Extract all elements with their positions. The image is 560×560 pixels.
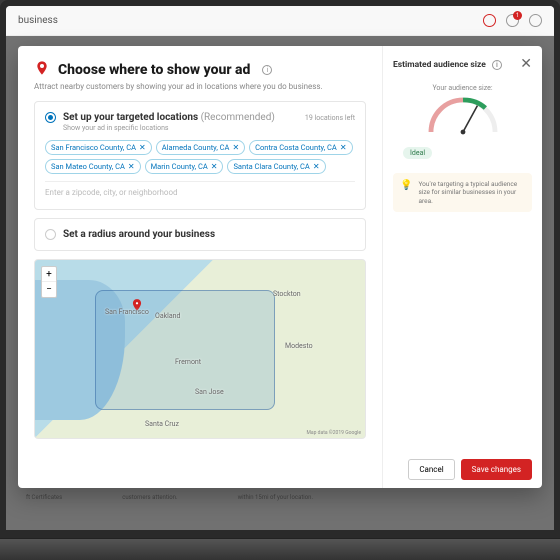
tip-text: You're targeting a typical audience size…: [418, 180, 525, 205]
info-icon[interactable]: i: [262, 65, 272, 75]
locations-left: 19 locations left: [305, 114, 355, 122]
map-city-label: Oakland: [155, 312, 181, 320]
map-city-label: Modesto: [285, 342, 313, 350]
location-chip[interactable]: San Francisco County, CA ✕: [45, 140, 152, 155]
info-icon-2[interactable]: i: [492, 60, 502, 70]
location-chip[interactable]: Contra Costa County, CA ✕: [249, 140, 352, 155]
location-chips: San Francisco County, CA ✕ Alameda County…: [45, 140, 355, 174]
modal-footer: Cancel Save changes: [383, 451, 542, 488]
cancel-button[interactable]: Cancel: [408, 459, 454, 480]
modal-subtitle: Attract nearby customers by showing your…: [34, 82, 366, 91]
map-city-label: San Francisco: [105, 308, 149, 316]
ideal-badge: Ideal: [403, 147, 432, 159]
zoom-out[interactable]: −: [42, 282, 56, 297]
map-copyright: Map data ©2019 Google: [307, 430, 361, 436]
map-city-label: Stockton: [273, 290, 301, 298]
save-button[interactable]: Save changes: [461, 459, 532, 480]
laptop-keyboard: [0, 538, 560, 560]
location-chip[interactable]: Marin County, CA ✕: [145, 159, 224, 174]
gauge: [423, 96, 503, 136]
option-targeted-card: Set up your targeted locations (Recommen…: [34, 101, 366, 210]
option1-title: Set up your targeted locations (Recommen…: [63, 112, 275, 123]
map-city-label: Santa Cruz: [145, 420, 179, 428]
header-icon-2[interactable]: 1: [506, 14, 519, 27]
aud-label: Your audience size:: [393, 84, 532, 92]
chip-remove-icon[interactable]: ✕: [211, 162, 218, 171]
chip-remove-icon[interactable]: ✕: [128, 162, 135, 171]
brand-text: business: [18, 15, 58, 26]
chip-remove-icon[interactable]: ✕: [232, 143, 239, 152]
location-chip[interactable]: Santa Clara County, CA ✕: [227, 159, 325, 174]
chip-remove-icon[interactable]: ✕: [313, 162, 320, 171]
modal-sidebar: ✕ Estimated audience size i Your audienc…: [382, 46, 542, 488]
screen: business 1 ft Certificatescustomers atte…: [6, 6, 554, 530]
location-chip[interactable]: San Mateo County, CA ✕: [45, 159, 141, 174]
modal-main: Choose where to show your ad i Attract n…: [18, 46, 382, 488]
map-city-label: Fremont: [175, 358, 201, 366]
header-icon-1[interactable]: [483, 14, 496, 27]
laptop-frame: business 1 ft Certificatescustomers atte…: [0, 0, 560, 560]
tip-box: 💡 You're targeting a typical audience si…: [393, 173, 532, 212]
chip-remove-icon[interactable]: ✕: [340, 143, 347, 152]
map-city-label: San Jose: [195, 388, 224, 396]
close-icon[interactable]: ✕: [520, 56, 532, 72]
location-pin-icon: [34, 60, 50, 80]
option1-sub: Show your ad in specific locations: [63, 124, 355, 132]
chip-remove-icon[interactable]: ✕: [139, 143, 146, 152]
modal: Choose where to show your ad i Attract n…: [18, 46, 542, 488]
option2-title: Set a radius around your business: [63, 229, 215, 240]
location-input[interactable]: [45, 181, 355, 197]
location-chip[interactable]: Alameda County, CA ✕: [156, 140, 245, 155]
radio-radius[interactable]: [45, 229, 56, 240]
option-radius-card[interactable]: Set a radius around your business: [34, 218, 366, 251]
map-zoom: + −: [41, 266, 57, 298]
lightbulb-icon: 💡: [400, 180, 412, 205]
bg-header: business 1: [6, 6, 554, 36]
radio-targeted[interactable]: [45, 112, 56, 123]
header-icon-3[interactable]: [529, 14, 542, 27]
est-title: Estimated audience size i: [393, 60, 532, 70]
modal-title: Choose where to show your ad: [58, 62, 250, 78]
zoom-in[interactable]: +: [42, 267, 56, 282]
map[interactable]: + − Map data ©2019 Google San Francisco O…: [34, 259, 366, 439]
